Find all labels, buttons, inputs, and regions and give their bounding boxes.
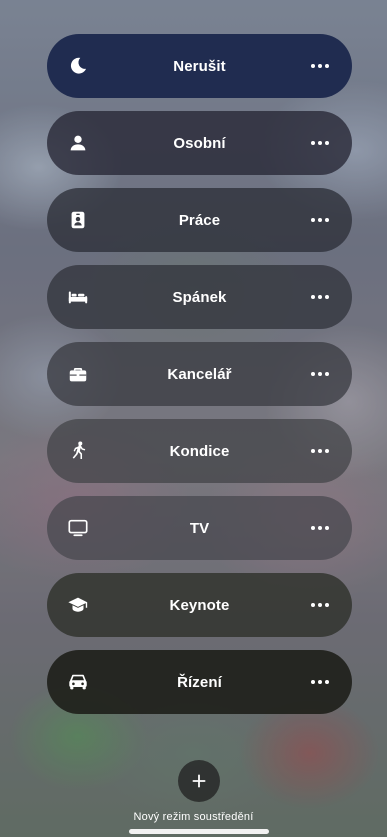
focus-mode-label: Kancelář [167,365,232,383]
focus-mode-label: Řízení [177,673,222,691]
focus-mode-kancelar[interactable]: Kancelář [47,342,352,406]
more-options-icon[interactable] [308,208,332,232]
focus-mode-osobni[interactable]: Osobní [47,111,352,175]
focus-mode-rizeni[interactable]: Řízení [47,650,352,714]
more-options-icon[interactable] [308,516,332,540]
focus-mode-label: Nerušit [173,57,226,75]
home-indicator[interactable] [129,829,269,834]
more-options-icon[interactable] [308,285,332,309]
focus-mode-label: Spánek [172,288,227,306]
plus-icon [191,773,207,789]
car-icon [67,671,89,693]
graduation-cap-icon [67,594,89,616]
focus-mode-nerusit[interactable]: Nerušit [47,34,352,98]
more-options-icon[interactable] [308,362,332,386]
focus-mode-spanek[interactable]: Spánek [47,265,352,329]
more-options-icon[interactable] [308,670,332,694]
focus-mode-label: Osobní [173,134,226,152]
focus-mode-label: Kondice [169,442,230,460]
focus-mode-label: Keynote [169,596,230,614]
bed-icon [67,286,89,308]
focus-mode-tv[interactable]: TV [47,496,352,560]
person-icon [67,132,89,154]
focus-mode-label: TV [189,519,210,537]
moon-icon [67,55,89,77]
id-badge-icon [67,209,89,231]
tv-icon [67,517,89,539]
focus-mode-label: Práce [178,211,221,229]
focus-mode-kondice[interactable]: Kondice [47,419,352,483]
briefcase-icon [67,363,89,385]
running-icon [67,440,89,462]
new-focus-mode-label: Nový režim soustředění [133,811,254,823]
more-options-icon[interactable] [308,131,332,155]
focus-mode-prace[interactable]: Práce [47,188,352,252]
more-options-icon[interactable] [308,439,332,463]
more-options-icon[interactable] [308,593,332,617]
focus-mode-keynote[interactable]: Keynote [47,573,352,637]
new-focus-mode-button[interactable] [178,760,220,802]
more-options-icon[interactable] [308,54,332,78]
